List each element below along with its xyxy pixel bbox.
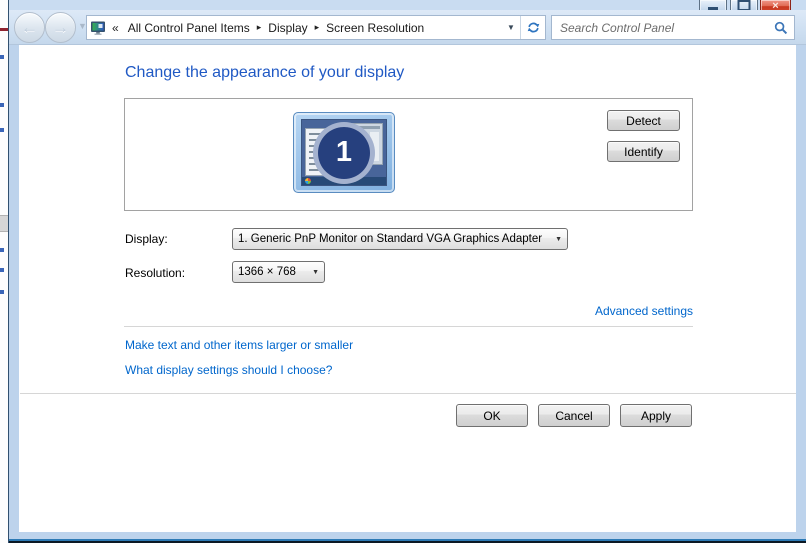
background-window-fragment — [0, 268, 4, 272]
background-window-fragment — [0, 28, 8, 31]
cancel-button[interactable]: Cancel — [538, 404, 610, 427]
display-settings-help-link[interactable]: What display settings should I choose? — [125, 363, 332, 377]
monitor-screen: 1 — [301, 119, 387, 186]
display-select-value: 1. Generic PnP Monitor on Standard VGA G… — [238, 233, 543, 245]
ok-button[interactable]: OK — [456, 404, 528, 427]
address-dropdown-icon[interactable]: ▼ — [502, 23, 520, 32]
forward-button[interactable]: → — [45, 12, 76, 43]
advanced-settings-link[interactable]: Advanced settings — [400, 304, 693, 318]
footer-divider — [20, 393, 796, 394]
windows-flag-icon — [305, 178, 311, 184]
breadcrumb-item-screen-resolution[interactable]: Screen Resolution — [320, 21, 430, 35]
back-arrow-icon: ← — [21, 17, 38, 37]
identify-button[interactable]: Identify — [607, 141, 680, 162]
background-window-fragment — [0, 290, 4, 294]
resolution-label: Resolution: — [125, 266, 186, 280]
section-divider — [124, 326, 693, 327]
background-window-fragment — [0, 103, 4, 107]
background-window-fragment — [0, 248, 4, 252]
refresh-icon — [527, 22, 539, 33]
resolution-select[interactable]: 1366 × 768 ▼ — [232, 261, 325, 283]
detect-button[interactable]: Detect — [607, 110, 680, 131]
search-box[interactable] — [551, 15, 795, 40]
page-title: Change the appearance of your display — [125, 64, 405, 81]
background-window-sliver — [0, 0, 8, 543]
apply-button[interactable]: Apply — [620, 404, 692, 427]
search-magnifier-icon[interactable] — [768, 21, 794, 35]
display-select[interactable]: 1. Generic PnP Monitor on Standard VGA G… — [232, 228, 568, 250]
breadcrumb-item-all-control-panel-items[interactable]: All Control Panel Items — [122, 21, 256, 35]
monitor-1-preview[interactable]: 1 — [293, 112, 395, 193]
background-window-fragment — [0, 55, 4, 59]
chevron-down-icon: ▼ — [312, 268, 319, 276]
make-text-larger-link[interactable]: Make text and other items larger or smal… — [125, 338, 353, 352]
monitor-number-badge: 1 — [313, 121, 375, 184]
chevron-down-icon: ▼ — [555, 235, 562, 243]
display-monitor-icon[interactable] — [87, 20, 109, 36]
address-bar[interactable]: « All Control Panel Items ▸ Display ▸ Sc… — [86, 15, 546, 40]
back-button[interactable]: ← — [14, 12, 45, 43]
search-input[interactable] — [552, 20, 768, 35]
background-window-fragment — [0, 215, 8, 232]
breadcrumb-item-display[interactable]: Display — [262, 21, 313, 35]
monitor-number: 1 — [335, 136, 353, 168]
display-label: Display: — [125, 232, 168, 246]
resolution-select-value: 1366 × 768 — [238, 266, 296, 278]
window-titlebar — [9, 0, 806, 10]
breadcrumb-overflow-chevron[interactable]: « — [109, 21, 122, 35]
background-window-fragment — [0, 128, 4, 132]
forward-arrow-icon: → — [52, 17, 69, 37]
refresh-button[interactable] — [520, 16, 545, 39]
